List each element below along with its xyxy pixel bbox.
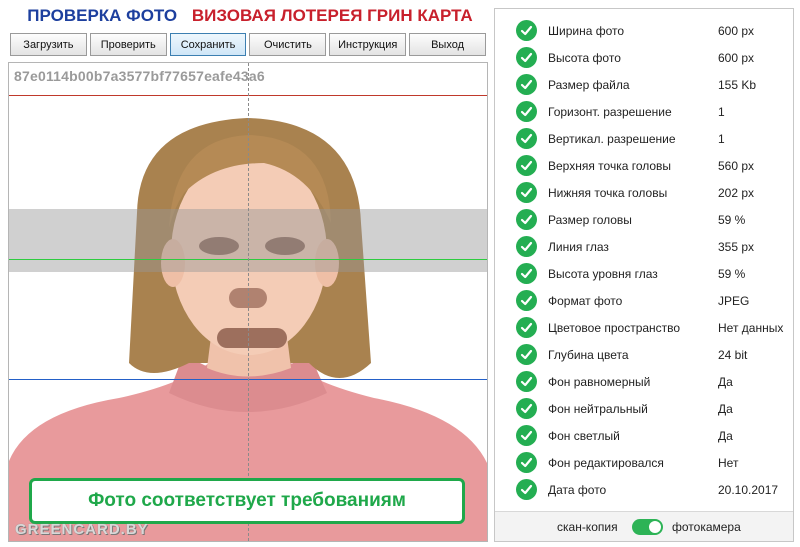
photo-viewer: 87e0114b00b7a3577bf77657eafe43a6 Фото со…: [8, 62, 488, 542]
check-row: Фон нейтральный Да: [495, 395, 793, 422]
scan-copy-label: скан-копия: [557, 520, 618, 534]
check-circle-icon: [516, 182, 537, 203]
instruction-button[interactable]: Инструкция: [329, 33, 407, 56]
check-row: Размер файла 155 Kb: [495, 71, 793, 98]
check-row: Фон редактировался Нет: [495, 449, 793, 476]
check-row: Высота уровня глаз 59 %: [495, 260, 793, 287]
check-circle-icon: [516, 101, 537, 122]
check-label: Фон светлый: [548, 428, 620, 443]
load-button[interactable]: Загрузить: [10, 33, 87, 56]
check-circle-icon: [516, 425, 537, 446]
check-value: Да: [718, 374, 733, 389]
check-label: Фон равномерный: [548, 374, 651, 389]
clear-button[interactable]: Очистить: [249, 33, 327, 56]
check-label: Высота уровня глаз: [548, 266, 658, 281]
check-circle-icon: [516, 317, 537, 338]
save-button[interactable]: Сохранить: [169, 33, 247, 56]
check-label: Ширина фото: [548, 23, 625, 38]
check-circle-icon: [516, 236, 537, 257]
check-circle-icon: [516, 74, 537, 95]
photo-hash: 87e0114b00b7a3577bf77657eafe43a6: [14, 68, 265, 84]
check-value: 600 px: [718, 50, 755, 65]
check-circle-icon: [516, 398, 537, 419]
center-guide-line: [248, 63, 249, 541]
check-row: Верхняя точка головы 560 px: [495, 152, 793, 179]
check-circle-icon: [516, 371, 537, 392]
check-value: 355 px: [718, 239, 755, 254]
check-circle-icon: [516, 344, 537, 365]
check-row: Размер головы 59 %: [495, 206, 793, 233]
check-row: Фон светлый Да: [495, 422, 793, 449]
check-label: Фон нейтральный: [548, 401, 648, 416]
check-value: Да: [718, 401, 733, 416]
check-label: Горизонт. разрешение: [548, 104, 672, 119]
check-label: Формат фото: [548, 293, 623, 308]
title-check-photo: ПРОВЕРКА ФОТО: [27, 6, 178, 25]
check-row: Ширина фото 600 px: [495, 17, 793, 44]
check-value: 1: [718, 131, 725, 146]
app-title: ПРОВЕРКА ФОТО ВИЗОВАЯ ЛОТЕРЕЯ ГРИН КАРТА: [0, 6, 500, 30]
check-row: Цветовое пространство Нет данных: [495, 314, 793, 341]
source-toggle-switch[interactable]: [632, 519, 663, 535]
check-label: Глубина цвета: [548, 347, 629, 362]
camera-label: фотокамера: [672, 520, 741, 534]
check-label: Размер файла: [548, 77, 630, 92]
exit-button[interactable]: Выход: [409, 33, 486, 56]
check-value: 24 bit: [718, 347, 748, 362]
check-value: Нет: [718, 455, 739, 470]
check-label: Высота фото: [548, 50, 621, 65]
check-value: Нет данных: [718, 320, 784, 335]
check-row: Горизонт. разрешение 1: [495, 98, 793, 125]
site-watermark: GREENCARD.BY: [15, 521, 149, 538]
check-row: Фон равномерный Да: [495, 368, 793, 395]
check-circle-icon: [516, 263, 537, 284]
check-label: Цветовое пространство: [548, 320, 681, 335]
check-circle-icon: [516, 47, 537, 68]
check-label: Верхняя точка головы: [548, 158, 672, 173]
check-value: 560 px: [718, 158, 755, 173]
check-row: Глубина цвета 24 bit: [495, 341, 793, 368]
check-circle-icon: [516, 290, 537, 311]
check-value: JPEG: [718, 293, 750, 308]
check-row: Вертикал. разрешение 1: [495, 125, 793, 152]
check-label: Вертикал. разрешение: [548, 131, 676, 146]
check-row: Дата фото 20.10.2017: [495, 476, 793, 503]
check-label: Нижняя точка головы: [548, 185, 668, 200]
check-label: Линия глаз: [548, 239, 609, 254]
check-circle-icon: [516, 128, 537, 149]
check-circle-icon: [516, 452, 537, 473]
check-label: Дата фото: [548, 482, 607, 497]
check-value: 59 %: [718, 212, 746, 227]
check-label: Фон редактировался: [548, 455, 664, 470]
check-row: Нижняя точка головы 202 px: [495, 179, 793, 206]
results-panel: Ширина фото 600 px Высота фото 600 px Ра…: [494, 8, 794, 542]
check-row: Линия глаз 355 px: [495, 233, 793, 260]
result-status-text: Фото соответствует требованиям: [88, 490, 406, 511]
result-status: Фото соответствует требованиям: [29, 478, 465, 524]
check-value: 202 px: [718, 185, 755, 200]
check-button[interactable]: Проверить: [89, 33, 167, 56]
check-label: Размер головы: [548, 212, 632, 227]
check-row: Формат фото JPEG: [495, 287, 793, 314]
check-circle-icon: [516, 20, 537, 41]
check-value: 59 %: [718, 266, 746, 281]
source-toggle-bar: скан-копия фотокамера: [495, 511, 793, 541]
check-value: 600 px: [718, 23, 755, 38]
check-value: 1: [718, 104, 725, 119]
toolbar: Загрузить Проверить Сохранить Очистить И…: [10, 33, 486, 56]
check-circle-icon: [516, 209, 537, 230]
check-circle-icon: [516, 155, 537, 176]
check-row: Высота фото 600 px: [495, 44, 793, 71]
title-lottery: ВИЗОВАЯ ЛОТЕРЕЯ ГРИН КАРТА: [191, 6, 473, 25]
toggle-knob: [649, 521, 661, 533]
check-value: 155 Kb: [718, 77, 757, 92]
check-value: 20.10.2017: [718, 482, 779, 497]
check-value: Да: [718, 428, 733, 443]
check-circle-icon: [516, 479, 537, 500]
